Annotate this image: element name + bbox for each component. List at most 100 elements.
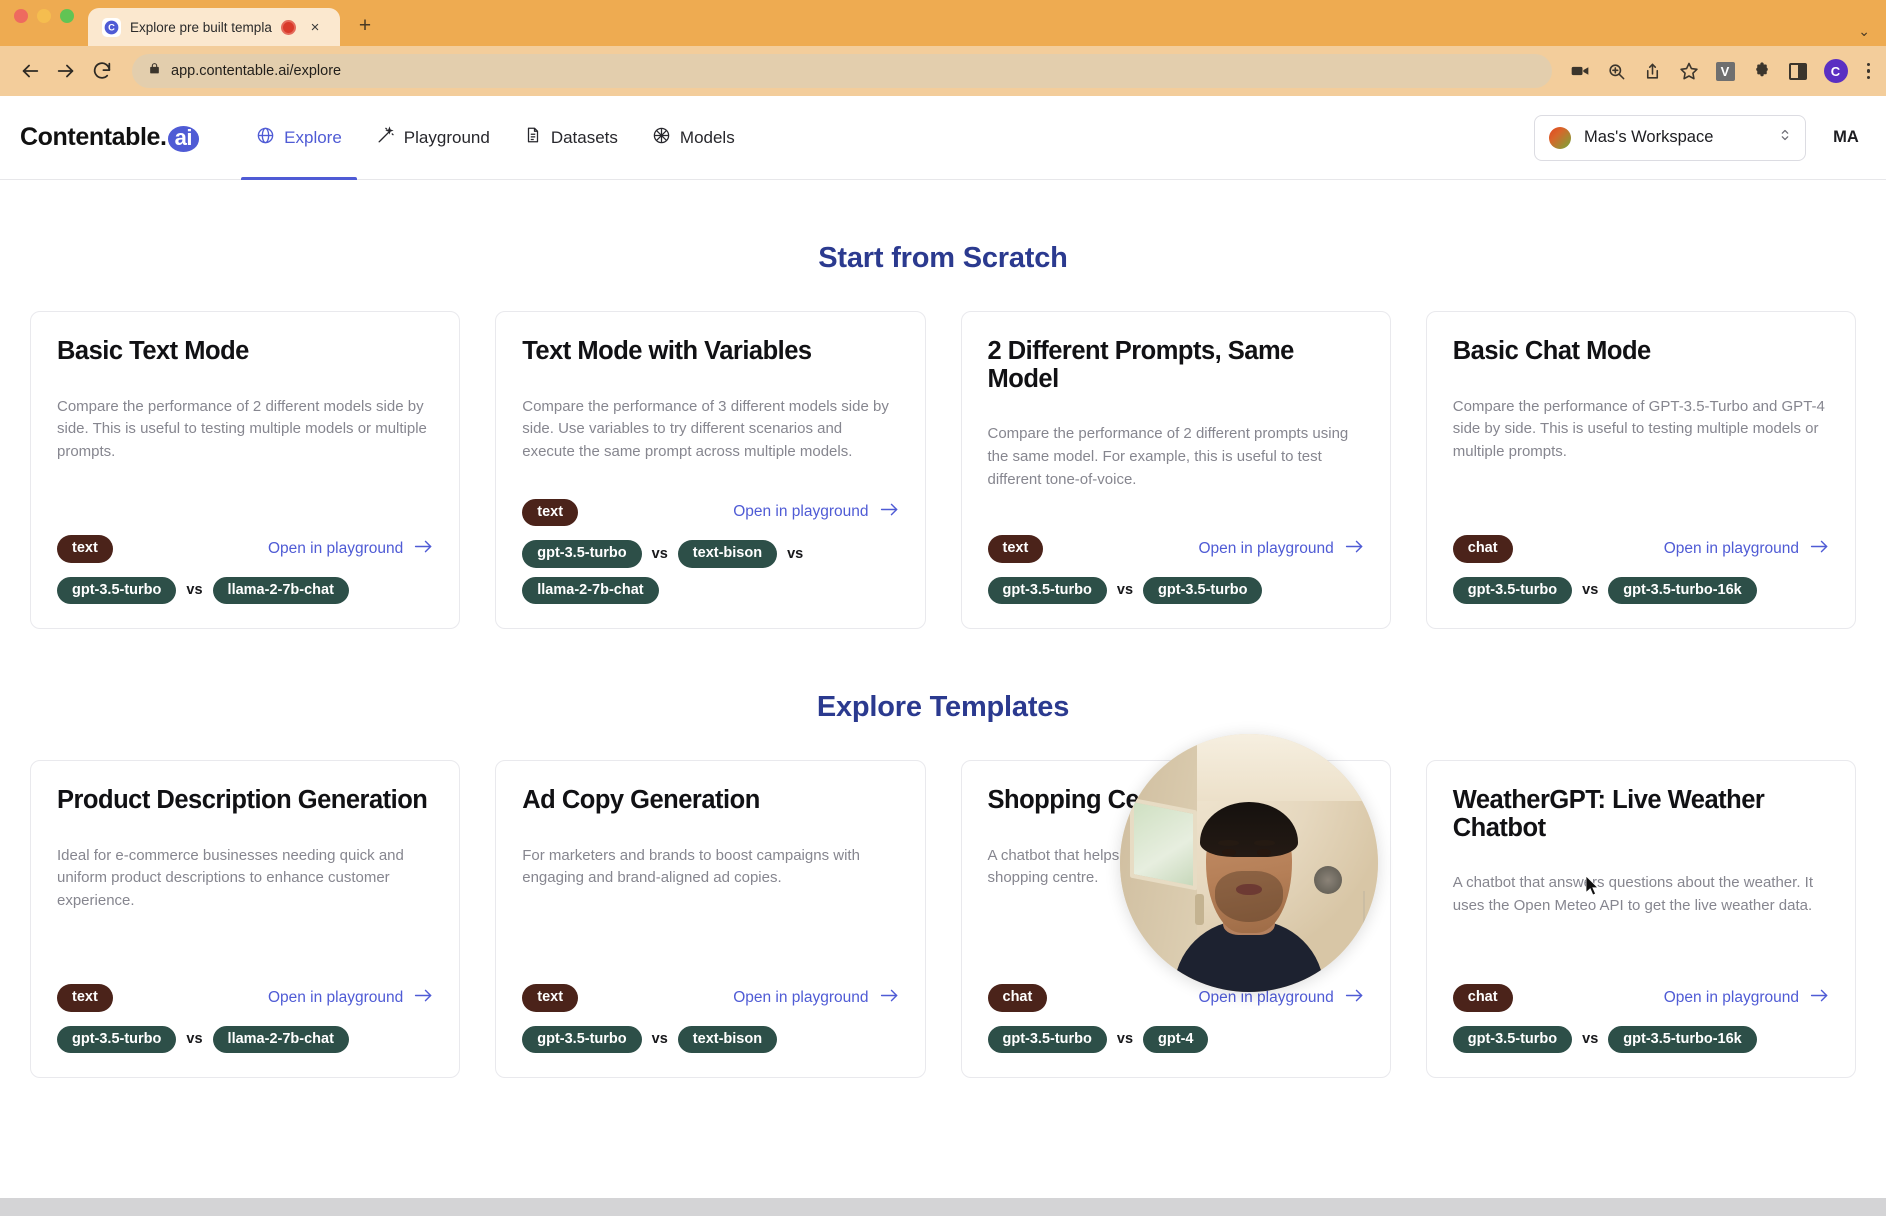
template-card[interactable]: Basic Chat Mode Compare the performance …	[1425, 311, 1856, 629]
template-card[interactable]: Ad Copy Generation For marketers and bra…	[495, 760, 926, 1078]
arrow-right-icon	[414, 988, 433, 1008]
card-badge-row: chat Open in playground	[1452, 535, 1829, 563]
card-footer: text Open in playground gpt-3.5-turbo vs…	[522, 498, 898, 604]
card-title: Ad Copy Generation	[522, 786, 760, 814]
model-badge: text-bison	[677, 1025, 778, 1053]
open-in-playground-link[interactable]: Open in playground	[268, 988, 433, 1008]
card-footer: chat Open in playground gpt-3.5-turbo vs…	[1452, 984, 1829, 1053]
video-camera-icon[interactable]	[1570, 61, 1590, 81]
back-button[interactable]	[14, 55, 46, 87]
model-badge-row: gpt-3.5-turbo vs text-bison vs llama-2-7…	[522, 540, 898, 604]
workspace-switcher[interactable]: Mas's Workspace	[1534, 114, 1806, 161]
header-right-group: Mas's Workspace MA	[1534, 114, 1868, 161]
browser-tab[interactable]: C Explore pre built templates ×	[88, 8, 340, 46]
model-badge: llama-2-7b-chat	[212, 1025, 349, 1053]
model-badge: text-bison	[677, 540, 778, 568]
mode-badge: text	[522, 984, 579, 1012]
model-badge-row: gpt-3.5-turbo vs gpt-3.5-turbo-16k	[1452, 1025, 1829, 1053]
template-card[interactable]: WeatherGPT: Live Weather Chatbot A chatb…	[1425, 760, 1856, 1078]
main-navigation: Explore Playground Datasets Models	[241, 96, 750, 180]
lock-icon	[148, 61, 161, 81]
close-tab-button[interactable]: ×	[305, 17, 325, 37]
arrow-right-icon	[1345, 539, 1364, 559]
model-badge-row: gpt-3.5-turbo vs text-bison	[522, 1025, 898, 1053]
model-badge: llama-2-7b-chat	[522, 576, 659, 604]
nav-item-models[interactable]: Models	[637, 96, 750, 180]
vs-label: vs	[1582, 582, 1599, 599]
card-footer: text Open in playground gpt-3.5-turbo vs…	[522, 984, 898, 1053]
zoom-search-icon[interactable]	[1607, 62, 1626, 81]
mouse-cursor	[1585, 875, 1602, 898]
brand-logo[interactable]: Contentable . ai	[20, 123, 200, 152]
card-description: Ideal for e-commerce businesses needing …	[57, 846, 404, 910]
card-description: Compare the performance of 3 different m…	[522, 397, 889, 461]
vimium-extension-icon[interactable]: V	[1715, 61, 1735, 81]
open-in-playground-link[interactable]: Open in playground	[733, 502, 898, 522]
star-icon[interactable]	[1679, 61, 1699, 81]
model-badge: gpt-3.5-turbo	[987, 576, 1107, 604]
maximize-window-button[interactable]	[60, 9, 74, 23]
tab-favicon-icon: C	[102, 17, 121, 37]
open-in-playground-link[interactable]: Open in playground	[1198, 539, 1363, 559]
card-footer: text Open in playground gpt-3.5-turbo vs…	[57, 984, 433, 1053]
open-in-playground-link[interactable]: Open in playground	[1664, 539, 1829, 559]
app-viewport: Contentable . ai Explore Playground Data…	[0, 96, 1886, 1216]
model-badge: llama-2-7b-chat	[212, 576, 349, 604]
reload-button[interactable]	[86, 55, 118, 87]
card-footer: chat Open in playground gpt-3.5-turbo vs…	[1452, 535, 1829, 604]
webcam-overlay[interactable]	[1120, 734, 1378, 992]
user-avatar[interactable]: MA	[1824, 115, 1868, 160]
card-badge-row: text Open in playground	[522, 984, 898, 1012]
address-bar[interactable]: app.contentable.ai/explore	[132, 54, 1552, 88]
side-panel-icon[interactable]	[1788, 62, 1807, 80]
arrow-right-icon	[880, 502, 899, 522]
nav-item-explore[interactable]: Explore	[241, 96, 357, 180]
nav-item-datasets[interactable]: Datasets	[509, 96, 633, 180]
brand-suffix: ai	[167, 126, 200, 152]
share-icon[interactable]	[1643, 62, 1662, 81]
start-from-scratch-card-grid: Basic Text Mode Compare the performance …	[30, 311, 1856, 629]
tabstrip-chevron-icon[interactable]: ⌄	[1858, 23, 1886, 46]
magic-wand-icon	[376, 125, 395, 150]
browser-chrome: C Explore pre built templates × + ⌄ app.…	[0, 0, 1886, 96]
new-tab-button[interactable]: +	[350, 11, 380, 41]
mode-badge: chat	[987, 984, 1048, 1012]
vs-label: vs	[1116, 1031, 1134, 1048]
puzzle-piece-icon[interactable]	[1752, 61, 1772, 81]
browser-profile-avatar[interactable]: C	[1823, 59, 1848, 83]
open-in-playground-link[interactable]: Open in playground	[1664, 988, 1829, 1008]
template-card[interactable]: 2 Different Prompts, Same Model Compare …	[960, 311, 1391, 629]
minimize-window-button[interactable]	[37, 9, 51, 23]
mode-badge: text	[987, 535, 1044, 563]
brand-name: Contentable	[20, 123, 161, 151]
sphere-icon	[652, 126, 671, 150]
open-in-playground-link[interactable]: Open in playground	[733, 988, 898, 1008]
nav-item-playground[interactable]: Playground	[361, 96, 505, 180]
webcam-video-frame	[1120, 734, 1378, 992]
card-description: For marketers and brands to boost campai…	[522, 846, 860, 887]
chevron-updown-icon	[1779, 126, 1791, 149]
arrow-right-icon	[880, 988, 899, 1008]
card-title: Basic Chat Mode	[1452, 337, 1651, 365]
card-description: Compare the performance of GPT-3.5-Turbo…	[1452, 397, 1825, 461]
card-title: WeatherGPT: Live Weather Chatbot	[1452, 786, 1765, 842]
open-in-playground-link[interactable]: Open in playground	[268, 539, 433, 559]
template-card[interactable]: Product Description Generation Ideal for…	[30, 760, 461, 1078]
open-in-playground-label: Open in playground	[733, 988, 869, 1006]
three-dots-icon[interactable]	[1865, 62, 1873, 80]
model-badge-row: gpt-3.5-turbo vs gpt-3.5-turbo-16k	[1452, 576, 1829, 604]
template-card[interactable]: Text Mode with Variables Compare the per…	[495, 311, 926, 629]
card-title: Text Mode with Variables	[522, 337, 812, 365]
mode-badge: text	[522, 498, 579, 526]
open-in-playground-label: Open in playground	[733, 503, 869, 521]
open-in-playground-label: Open in playground	[1663, 988, 1799, 1006]
close-window-button[interactable]	[14, 9, 28, 23]
card-badge-row: text Open in playground	[987, 535, 1364, 563]
vs-label: vs	[186, 582, 203, 599]
forward-button[interactable]	[50, 55, 82, 87]
card-badge-row: text Open in playground	[522, 498, 898, 526]
template-card[interactable]: Basic Text Mode Compare the performance …	[30, 311, 461, 629]
browser-tabstrip: C Explore pre built templates × + ⌄	[0, 0, 1886, 46]
arrow-right-icon	[1810, 988, 1829, 1008]
arrow-right-icon	[1810, 539, 1829, 559]
